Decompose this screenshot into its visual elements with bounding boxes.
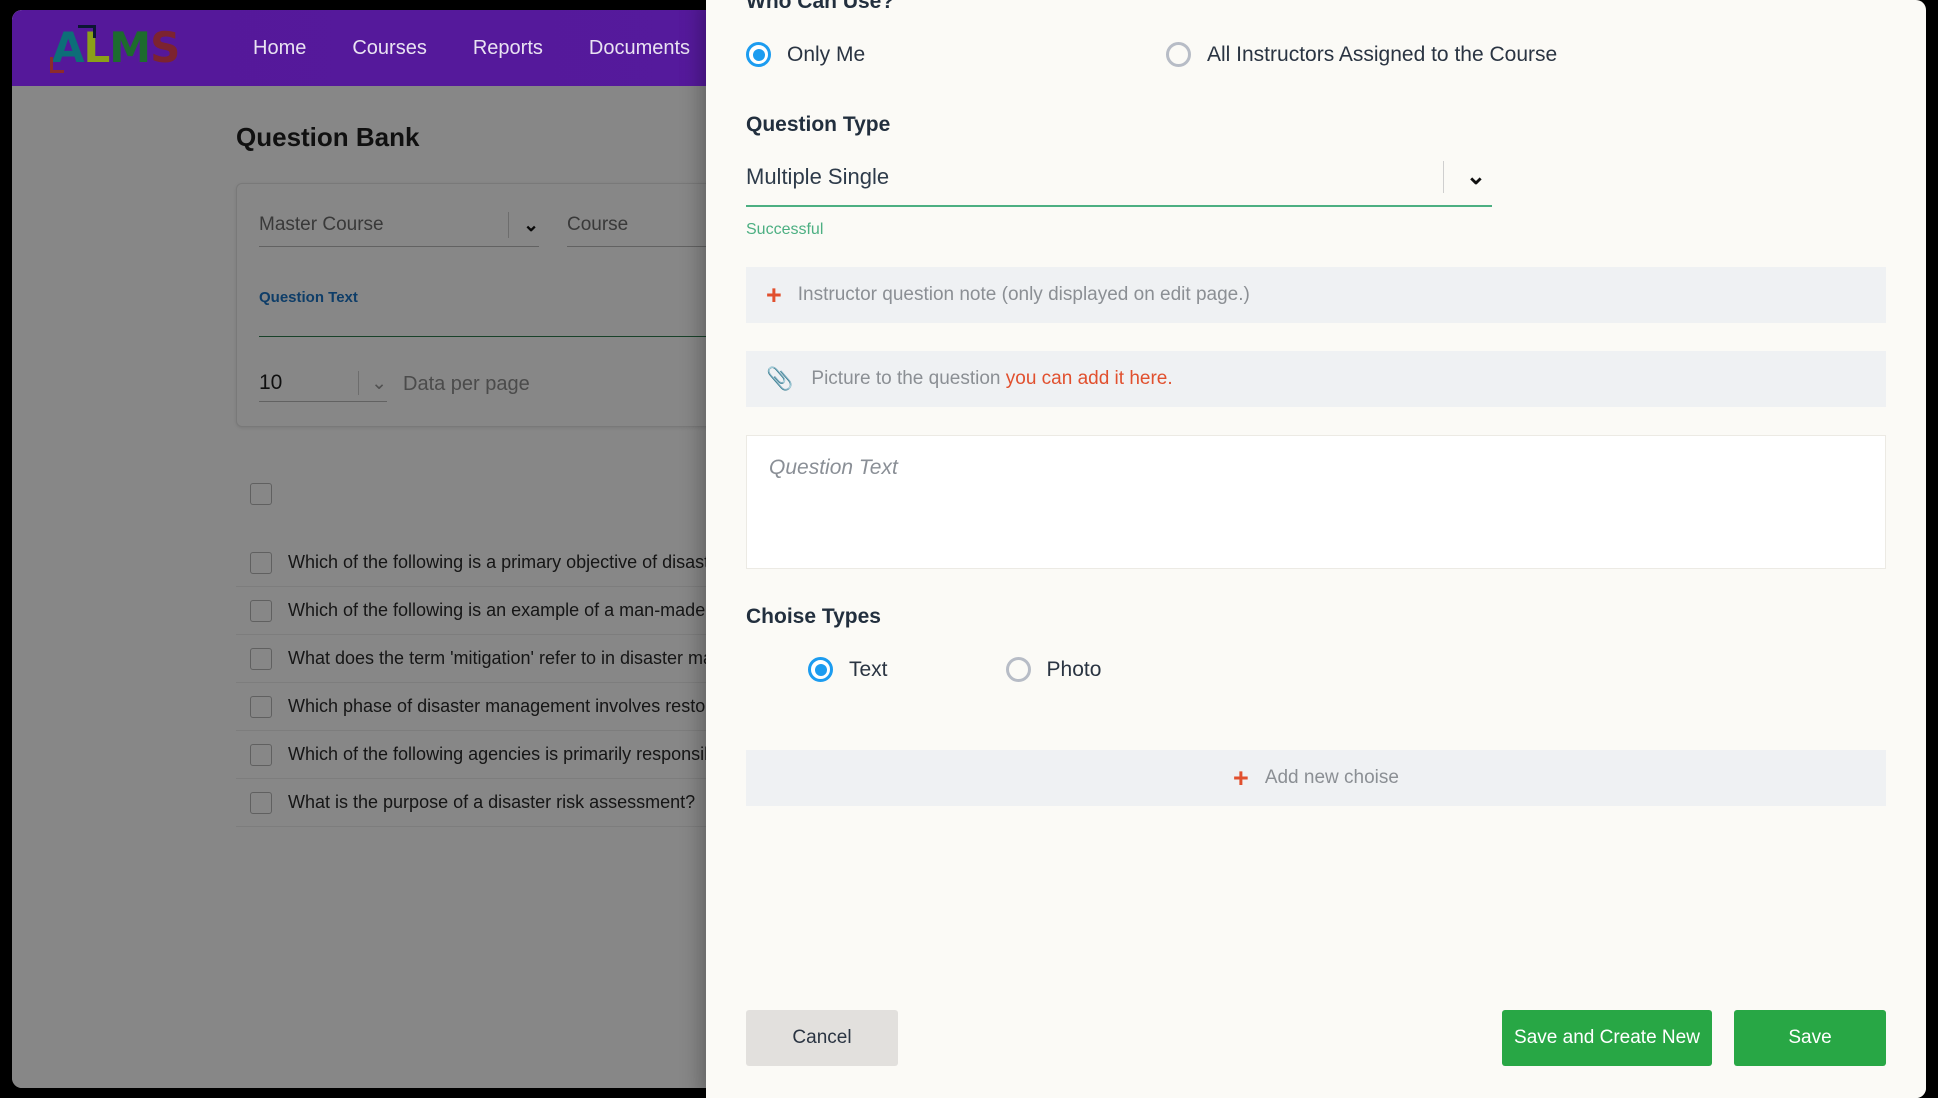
logo-letter-m: M (109, 23, 151, 72)
new-question-modal: Who Can Use? Only Me All Instructors Ass… (706, 0, 1926, 1098)
row-checkbox[interactable] (250, 599, 272, 622)
select-divider (358, 371, 360, 395)
radio-choise-text[interactable]: Text (808, 657, 888, 682)
question-text-input[interactable]: Question Text (746, 435, 1886, 569)
nav-item-home[interactable]: Home (230, 10, 329, 86)
cancel-button[interactable]: Cancel (746, 1010, 898, 1066)
radio-unselected-icon (1166, 42, 1191, 67)
select-all-checkbox[interactable] (250, 483, 272, 505)
save-and-create-new-button[interactable]: Save and Create New (1502, 1010, 1712, 1066)
modal-content: Who Can Use? Only Me All Instructors Ass… (706, 0, 1926, 978)
logo-bracket-bottom-left-icon (50, 57, 64, 73)
per-page-select[interactable]: 10 ⌄ (259, 371, 387, 402)
radio-only-me-label: Only Me (787, 42, 866, 66)
nav-item-reports[interactable]: Reports (450, 10, 566, 86)
radio-choise-photo[interactable]: Photo (1005, 657, 1102, 682)
question-type-value: Multiple Single (746, 164, 890, 189)
add-new-choise-label: Add new choise (1264, 767, 1399, 788)
question-text-placeholder: Question Text (769, 456, 898, 479)
row-checkbox[interactable] (250, 695, 272, 718)
nav-item-courses[interactable]: Courses (329, 10, 449, 86)
choise-types-title: Choise Types (746, 605, 881, 628)
paperclip-icon: 📎 (766, 366, 794, 391)
nav-item-documents[interactable]: Documents (566, 10, 713, 86)
per-page-value: 10 (259, 371, 283, 394)
logo-letter-s: S (150, 23, 180, 72)
row-checkbox[interactable] (250, 647, 272, 670)
instructor-note-label: Instructor question note (only displayed… (797, 284, 1250, 305)
row-checkbox[interactable] (250, 743, 272, 766)
master-course-value: Master Course (259, 214, 384, 235)
chevron-down-icon: ⌄ (371, 372, 387, 394)
save-button[interactable]: Save (1734, 1010, 1886, 1066)
radio-choise-text-label: Text (849, 657, 888, 681)
radio-all-instructors[interactable]: All Instructors Assigned to the Course (1166, 42, 1557, 67)
select-divider (508, 212, 510, 238)
picture-attach-label: Picture to the question you can add it h… (811, 368, 1172, 390)
who-can-use-radio-group: Only Me All Instructors Assigned to the … (746, 42, 1886, 67)
picture-attach-link[interactable]: you can add it here. (1006, 368, 1173, 389)
app-window: ALMS Home Courses Reports Documents Cale… (0, 0, 1938, 1098)
radio-all-instructors-label: All Instructors Assigned to the Course (1207, 42, 1558, 66)
picture-attach-text: Picture to the question (811, 368, 1006, 389)
modal-footer: Cancel Save and Create New Save (706, 978, 1926, 1098)
radio-selected-icon (808, 657, 833, 682)
logo-bracket-top-right-icon (78, 25, 96, 38)
per-page-label: Data per page (403, 373, 530, 395)
instructor-note-bar[interactable]: + Instructor question note (only display… (746, 267, 1886, 323)
add-new-choise-button[interactable]: + Add new choise (746, 750, 1886, 806)
chevron-down-icon: ⌄ (1465, 163, 1486, 190)
row-checkbox[interactable] (250, 791, 272, 814)
who-can-use-title: Who Can Use? (746, 0, 895, 13)
question-type-title: Question Type (746, 113, 891, 136)
plus-icon: + (1233, 762, 1249, 793)
question-type-select[interactable]: Multiple Single ⌄ (746, 161, 1492, 207)
radio-unselected-icon (1005, 657, 1031, 682)
alms-logo[interactable]: ALMS (34, 17, 184, 79)
radio-selected-icon (746, 42, 771, 67)
chevron-down-icon: ⌄ (523, 214, 539, 236)
radio-choise-photo-label: Photo (1046, 657, 1102, 681)
radio-only-me[interactable]: Only Me (746, 42, 1166, 67)
master-course-select[interactable]: Master Course ⌄ (259, 212, 539, 247)
plus-icon: + (766, 279, 782, 310)
question-text: What is the purpose of a disaster risk a… (288, 792, 696, 812)
row-checkbox[interactable] (250, 551, 272, 574)
choise-types-radio-group: Text Photo (746, 657, 1886, 682)
question-type-helper-text: Successful (746, 221, 824, 238)
select-divider (1442, 161, 1444, 193)
picture-attach-bar[interactable]: 📎 Picture to the question you can add it… (746, 351, 1886, 407)
